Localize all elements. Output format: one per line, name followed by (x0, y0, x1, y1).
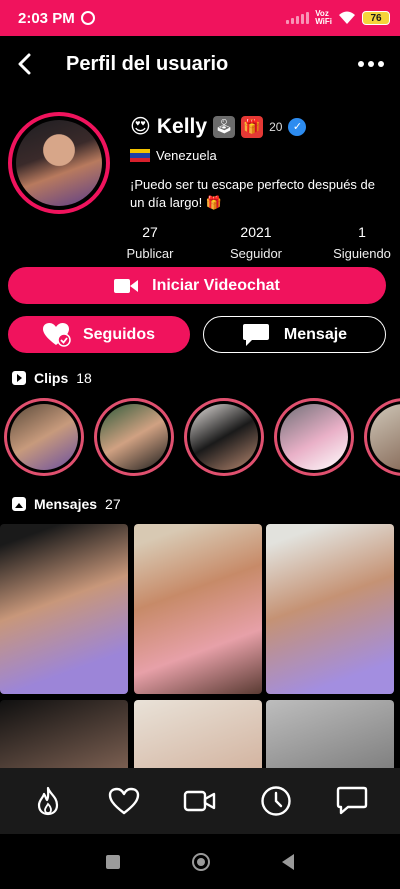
name-row: 😍 Kelly 🕹 🎁 20 ✓ (130, 114, 307, 139)
home-icon[interactable] (192, 852, 210, 871)
alarm-icon (80, 11, 95, 25)
clips-label: Clips (34, 370, 69, 386)
country-name: Venezuela (156, 148, 217, 163)
posts-grid (0, 524, 400, 769)
clip-thumbnail[interactable] (94, 398, 174, 476)
posts-count: 27 (105, 496, 121, 512)
clip-thumbnail[interactable] (364, 398, 400, 476)
clips-header: Clips 18 (12, 370, 92, 386)
video-camera-icon (183, 790, 216, 812)
clips-count: 18 (76, 370, 92, 386)
joystick-icon: 🕹 (213, 115, 236, 138)
following-button[interactable]: Seguidos (8, 316, 190, 353)
stat-label: Seguidor (229, 246, 283, 261)
nav-video[interactable] (180, 781, 220, 821)
heart-icon (108, 787, 140, 815)
more-dot-icon (378, 61, 384, 67)
posts-label: Mensajes (34, 496, 98, 512)
signal-icon (286, 12, 310, 24)
app-header: Perfil del usuario (0, 36, 400, 92)
stat-value: 1 (358, 224, 366, 240)
post-thumbnail[interactable] (0, 524, 128, 694)
post-thumbnail[interactable] (134, 700, 262, 769)
page-title: Perfil del usuario (66, 52, 229, 75)
nav-explore[interactable] (28, 781, 68, 821)
clip-thumbnail[interactable] (4, 398, 84, 476)
emoji-badge: 😍 (130, 116, 151, 138)
image-icon (12, 497, 26, 511)
back-arrow-icon (18, 53, 31, 75)
status-bar: 2:03 PM Voz WiFi 76 (0, 0, 400, 36)
recent-apps-icon[interactable] (106, 854, 120, 869)
clip-thumbnail[interactable] (274, 398, 354, 476)
clock-icon (261, 786, 291, 816)
post-thumbnail[interactable] (266, 524, 394, 694)
avatar-frame[interactable] (8, 112, 110, 214)
country-row: Venezuela (130, 148, 217, 163)
stat-label: Publicar (126, 246, 174, 261)
stat-posts[interactable]: 27 Publicar (120, 224, 180, 261)
stat-followers[interactable]: 2021 Seguidor (226, 224, 286, 261)
venezuela-flag-icon (130, 149, 150, 162)
verified-icon: ✓ (288, 117, 307, 136)
status-time: 2:03 PM (18, 9, 75, 27)
clip-thumbnail[interactable] (184, 398, 264, 476)
post-thumbnail[interactable] (0, 700, 128, 769)
videochat-label: Iniciar Videochat (152, 276, 280, 294)
network-label: Voz WiFi (315, 9, 332, 26)
avatar (16, 120, 102, 206)
message-button[interactable]: Mensaje (203, 316, 386, 353)
chat-bubble-icon (242, 323, 269, 346)
post-thumbnail[interactable] (134, 524, 262, 694)
clips-carousel[interactable] (4, 398, 400, 476)
nav-favorites[interactable] (104, 781, 144, 821)
post-thumbnail[interactable] (266, 700, 394, 769)
flame-icon (37, 786, 59, 816)
system-nav-bar (0, 834, 400, 889)
user-name: Kelly (156, 114, 208, 138)
nav-messages[interactable] (332, 781, 372, 821)
play-icon (12, 371, 26, 385)
nav-history[interactable] (256, 781, 296, 821)
stat-value: 27 (142, 224, 158, 240)
message-label: Mensaje (283, 325, 348, 343)
stat-following[interactable]: 1 Siguiendo (332, 224, 392, 261)
following-label: Seguidos (82, 325, 155, 343)
posts-header: Mensajes 27 (12, 496, 121, 512)
more-options-button[interactable] (354, 53, 388, 75)
more-dot-icon (358, 61, 364, 67)
more-dot-icon (368, 61, 374, 67)
wifi-icon (338, 11, 356, 25)
user-bio: ¡Puedo ser tu escape perfecto después de… (130, 177, 375, 210)
start-videochat-button[interactable]: Iniciar Videochat (8, 267, 386, 304)
stat-label: Siguiendo (333, 246, 391, 261)
user-level: 20 (269, 119, 283, 134)
profile-stats: 27 Publicar 2021 Seguidor 1 Siguiendo (120, 224, 400, 261)
chat-bubble-icon (336, 786, 368, 815)
system-back-icon[interactable] (282, 853, 294, 870)
stat-value: 2021 (240, 224, 272, 240)
gift-icon: 🎁 (241, 115, 264, 138)
bottom-nav (0, 768, 400, 834)
battery-icon: 76 (362, 11, 390, 25)
video-camera-icon (114, 278, 139, 293)
back-button[interactable] (12, 52, 36, 76)
heart-check-icon (42, 322, 71, 347)
